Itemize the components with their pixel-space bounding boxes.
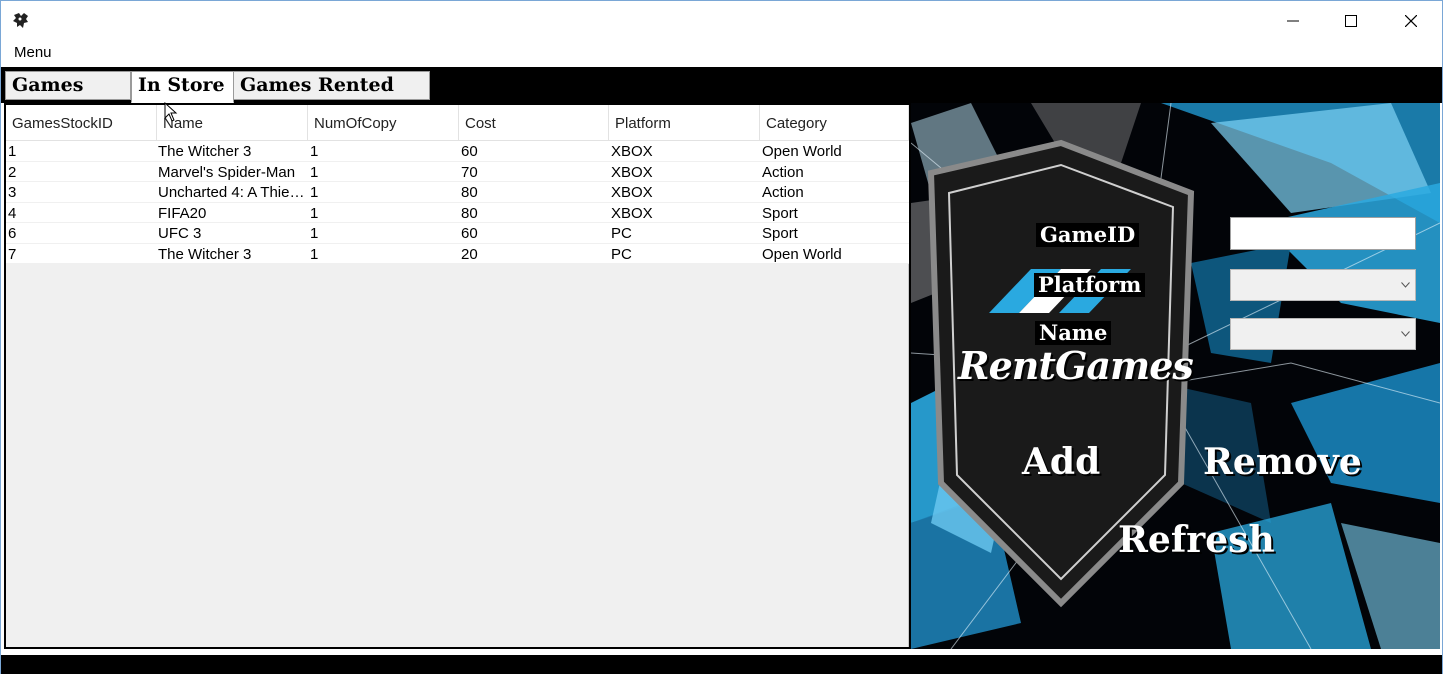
cell-gamesstockid: 6 xyxy=(8,225,17,242)
app-window: Menu Games List In Store Games Rented li… xyxy=(0,0,1443,674)
grid-header: GamesStockID Name NumOfCopy Cost Platfor… xyxy=(6,105,909,141)
cell-cost: 20 xyxy=(461,245,478,263)
add-button[interactable]: Add xyxy=(1022,441,1100,483)
cell-name: The Witcher 3 xyxy=(158,245,252,263)
minimize-button[interactable] xyxy=(1264,1,1322,41)
cell-name: The Witcher 3 xyxy=(158,143,252,160)
status-bar xyxy=(1,655,1442,674)
table-row[interactable]: 7 The Witcher 3 1 20 PC Open World xyxy=(6,243,909,264)
chevron-down-icon[interactable] xyxy=(1395,270,1415,300)
cell-numofcopy: 1 xyxy=(310,225,319,242)
column-header-category[interactable]: Category xyxy=(760,105,909,141)
table-row[interactable]: 3 Uncharted 4: A Thief's End 1 80 XBOX A… xyxy=(6,182,909,203)
cell-name: FIFA20 xyxy=(158,204,207,222)
remove-button[interactable]: Remove xyxy=(1203,441,1362,483)
tab-strip: Games List In Store Games Rented list xyxy=(1,67,1442,122)
cell-category: Action xyxy=(762,163,804,181)
gameid-label: GameID xyxy=(1036,223,1140,247)
refresh-button[interactable]: Refresh xyxy=(1118,519,1275,561)
table-row[interactable]: 4 FIFA20 1 80 XBOX Sport xyxy=(6,202,909,223)
table-row[interactable]: 6 UFC 3 1 60 PC Sport xyxy=(6,223,909,244)
app-logo-icon xyxy=(11,11,31,31)
table-row[interactable]: 1 The Witcher 3 1 60 XBOX Open World xyxy=(6,141,909,162)
column-header-gamesstockid[interactable]: GamesStockID xyxy=(6,105,157,141)
column-header-platform[interactable]: Platform xyxy=(609,105,760,141)
tab-in-store[interactable]: In Store xyxy=(131,71,234,103)
title-bar xyxy=(1,1,1442,41)
close-button[interactable] xyxy=(1382,1,1440,41)
cell-category: Open World xyxy=(762,245,842,263)
tab-games-rented-list[interactable]: Games Rented list xyxy=(233,71,430,122)
column-header-name[interactable]: Name xyxy=(157,105,308,141)
cell-gamesstockid: 3 xyxy=(8,184,17,201)
cell-cost: 60 xyxy=(461,143,478,160)
cell-category: Open World xyxy=(762,143,842,160)
cell-gamesstockid: 2 xyxy=(8,163,17,181)
cell-numofcopy: 1 xyxy=(310,163,319,181)
cell-numofcopy: 1 xyxy=(310,204,319,222)
platform-select[interactable] xyxy=(1230,269,1416,301)
maximize-button[interactable] xyxy=(1322,1,1380,41)
platform-label: Platform xyxy=(1034,273,1146,297)
cell-gamesstockid: 1 xyxy=(8,143,17,160)
cell-platform: XBOX xyxy=(611,204,653,222)
rent-games-panel: GameID Platform Name RentGames Add Remov… xyxy=(911,103,1440,649)
cell-platform: XBOX xyxy=(611,184,653,201)
cell-category: Sport xyxy=(762,225,798,242)
cell-gamesstockid: 4 xyxy=(8,204,17,222)
tab-games-list[interactable]: Games List xyxy=(5,71,131,122)
menu-item[interactable]: Menu xyxy=(14,44,52,61)
chevron-down-icon[interactable] xyxy=(1395,319,1415,349)
cell-cost: 60 xyxy=(461,225,478,242)
grid-body: 1 The Witcher 3 1 60 XBOX Open World 2 M… xyxy=(6,141,909,264)
games-stock-grid[interactable]: GamesStockID Name NumOfCopy Cost Platfor… xyxy=(6,105,909,647)
cell-platform: PC xyxy=(611,225,632,242)
menu-bar: Menu xyxy=(1,41,1442,65)
cell-platform: XBOX xyxy=(611,143,653,160)
cell-name: Uncharted 4: A Thief's End xyxy=(158,184,306,201)
name-label: Name xyxy=(1035,321,1112,345)
cell-gamesstockid: 7 xyxy=(8,245,17,263)
column-header-numofcopy[interactable]: NumOfCopy xyxy=(308,105,459,141)
cell-numofcopy: 1 xyxy=(310,184,319,201)
cell-category: Action xyxy=(762,184,804,201)
cell-cost: 80 xyxy=(461,204,478,222)
cell-name: Marvel's Spider-Man xyxy=(158,163,296,181)
name-select[interactable] xyxy=(1230,318,1416,350)
column-header-cost[interactable]: Cost xyxy=(459,105,609,141)
cell-numofcopy: 1 xyxy=(310,245,319,263)
cell-name: UFC 3 xyxy=(158,225,202,242)
cell-cost: 70 xyxy=(461,163,478,181)
cell-numofcopy: 1 xyxy=(310,143,319,160)
rentgames-logo-text: RentGames xyxy=(958,343,1194,388)
tab-content: GamesStockID Name NumOfCopy Cost Platfor… xyxy=(4,103,1440,649)
cell-cost: 80 xyxy=(461,184,478,201)
mouse-cursor-icon xyxy=(164,101,178,126)
table-row[interactable]: 2 Marvel's Spider-Man 1 70 XBOX Action xyxy=(6,161,909,182)
cell-platform: XBOX xyxy=(611,163,653,181)
cell-category: Sport xyxy=(762,204,798,222)
gameid-input[interactable] xyxy=(1230,217,1416,250)
cell-platform: PC xyxy=(611,245,632,263)
